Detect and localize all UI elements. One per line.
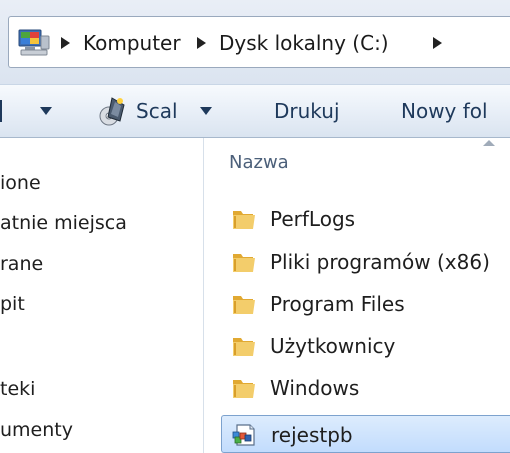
file-row[interactable]: PerfLogs (221, 200, 510, 238)
sort-ascending-icon (481, 138, 497, 150)
file-name: Program Files (270, 292, 405, 316)
navigation-pane: ione atnie miejsca rane pit teki umenty (0, 138, 204, 453)
burn-disc-icon (99, 97, 125, 126)
nav-item-favorites[interactable]: ione (0, 166, 204, 200)
file-row[interactable]: Pliki programów (x86) (221, 243, 510, 281)
folder-icon (233, 254, 255, 272)
nav-item-libraries[interactable]: teki (0, 372, 204, 406)
file-name: Windows (270, 376, 360, 400)
file-name: Użytkownicy (270, 334, 396, 358)
file-row-selected[interactable]: rejestpb (221, 415, 510, 453)
registry-file-icon (232, 424, 255, 446)
new-folder-button[interactable]: Nowy fol (401, 96, 510, 126)
file-name: rejestpb (271, 423, 353, 447)
breadcrumb-computer[interactable]: Komputer (83, 28, 181, 58)
print-button[interactable]: Drukuj (274, 96, 340, 126)
file-list: Nazwa PerfLogs Pliki programów (x86) Pro… (205, 138, 510, 453)
folder-icon (233, 338, 255, 356)
nav-item-desktop[interactable]: pit (0, 287, 204, 321)
address-field[interactable]: Komputer Dysk lokalny (C:) (8, 16, 510, 68)
file-row[interactable]: Windows (221, 369, 510, 407)
breadcrumb-separator-icon[interactable] (429, 28, 447, 58)
command-bar: Scal Drukuj Nowy fol (0, 84, 510, 138)
address-bar: Komputer Dysk lokalny (C:) (0, 0, 510, 84)
burn-dropdown-icon[interactable] (196, 96, 216, 126)
folder-icon (233, 211, 255, 229)
nav-item-downloads[interactable]: rane (0, 247, 204, 281)
file-name: PerfLogs (270, 207, 356, 231)
nav-item-recent-places[interactable]: atnie miejsca (0, 206, 204, 240)
folder-icon (233, 380, 255, 398)
organize-button[interactable] (0, 96, 8, 126)
column-header-name[interactable]: Nazwa (229, 148, 289, 178)
file-name: Pliki programów (x86) (270, 250, 490, 274)
folder-icon (233, 296, 255, 314)
breadcrumb-separator-icon[interactable] (193, 28, 211, 58)
file-row[interactable]: Użytkownicy (221, 327, 510, 365)
burn-button[interactable]: Scal (136, 96, 178, 126)
computer-icon (18, 29, 50, 56)
organize-dropdown-icon[interactable] (36, 96, 56, 126)
breadcrumb-local-disk[interactable]: Dysk lokalny (C:) (219, 28, 389, 58)
nav-item-documents[interactable]: umenty (0, 413, 204, 447)
breadcrumb-separator-icon[interactable] (57, 28, 75, 58)
file-row[interactable]: Program Files (221, 285, 510, 323)
